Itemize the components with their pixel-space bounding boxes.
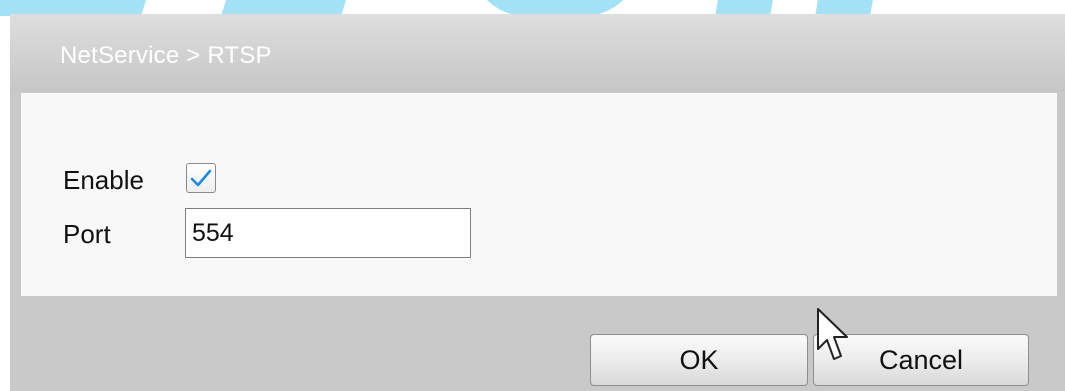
settings-panel: Enable Port: [21, 93, 1057, 296]
screen: NetService > RTSP Enable Port OK Cancel: [0, 0, 1065, 391]
dialog-titlebar: NetService > RTSP: [10, 14, 1065, 92]
dialog-title: NetService > RTSP: [60, 42, 272, 69]
port-input[interactable]: [185, 208, 471, 258]
ok-button[interactable]: OK: [590, 334, 808, 386]
enable-label: Enable: [63, 165, 144, 195]
rtsp-dialog: NetService > RTSP Enable Port OK Cancel: [10, 14, 1065, 391]
mouse-cursor-icon: [817, 308, 848, 360]
port-label: Port: [63, 219, 111, 249]
enable-checkbox[interactable]: [186, 163, 216, 193]
check-icon: [190, 169, 212, 187]
